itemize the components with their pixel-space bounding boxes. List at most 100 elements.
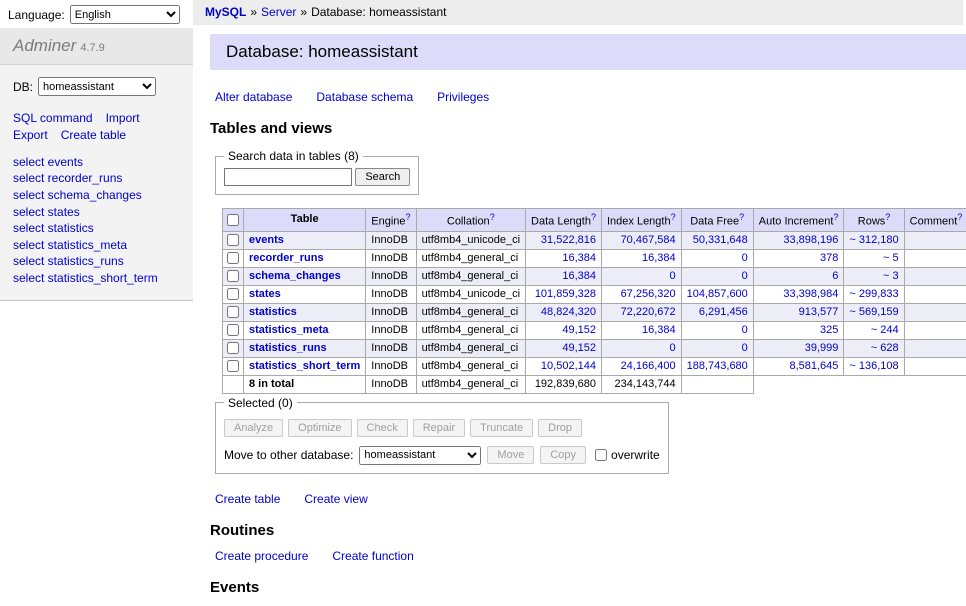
data-length-link[interactable]: 16,384 — [562, 270, 596, 282]
data-free-link[interactable]: 188,743,680 — [687, 360, 748, 372]
check-button[interactable]: Check — [357, 419, 408, 437]
help-icon[interactable]: ? — [671, 212, 676, 222]
index-length-link[interactable]: 16,384 — [642, 252, 676, 264]
overwrite-checkbox[interactable] — [595, 449, 607, 461]
search-input[interactable] — [224, 168, 352, 186]
rows-count-link[interactable]: ~ 299,833 — [849, 288, 898, 300]
auto-increment-link[interactable]: 33,898,196 — [783, 234, 838, 246]
rows-count-link[interactable]: ~ 136,108 — [849, 360, 898, 372]
auto-increment-link[interactable]: 378 — [820, 252, 838, 264]
repair-button[interactable]: Repair — [413, 419, 465, 437]
help-icon[interactable]: ? — [406, 212, 411, 222]
row-checkbox[interactable] — [227, 342, 239, 354]
row-checkbox[interactable] — [227, 252, 239, 264]
sidebar-item-export[interactable]: Export — [13, 128, 48, 142]
table-name-link[interactable]: events — [249, 234, 284, 246]
create-function-link[interactable]: Create function — [332, 549, 413, 563]
auto-increment-link[interactable]: 8,581,645 — [789, 360, 838, 372]
index-length-link[interactable]: 70,467,584 — [621, 234, 676, 246]
create-view-link[interactable]: Create view — [304, 492, 367, 506]
data-length-link[interactable]: 10,502,144 — [541, 360, 596, 372]
data-length-link[interactable]: 16,384 — [562, 252, 596, 264]
copy-button[interactable]: Copy — [540, 446, 586, 464]
db-select[interactable]: homeassistant — [38, 77, 156, 96]
data-free-link[interactable]: 50,331,648 — [693, 234, 748, 246]
help-icon[interactable]: ? — [957, 212, 962, 222]
table-name-link[interactable]: statistics_meta — [249, 324, 329, 336]
rows-count-link[interactable]: ~ 312,180 — [849, 234, 898, 246]
auto-increment-link[interactable]: 325 — [820, 324, 838, 336]
alter-database-link[interactable]: Alter database — [215, 90, 292, 104]
sidebar-item-select-events[interactable]: select events — [13, 155, 83, 169]
row-checkbox[interactable] — [227, 288, 239, 300]
rows-count-link[interactable]: ~ 3 — [883, 270, 899, 282]
database-schema-link[interactable]: Database schema — [316, 90, 413, 104]
index-length-link[interactable]: 16,384 — [642, 324, 676, 336]
index-length-link[interactable]: 0 — [670, 342, 676, 354]
table-name-link[interactable]: statistics — [249, 306, 297, 318]
move-button[interactable]: Move — [487, 446, 534, 464]
auto-increment-link[interactable]: 913,577 — [799, 306, 839, 318]
table-name-link[interactable]: recorder_runs — [249, 252, 324, 264]
help-icon[interactable]: ? — [739, 212, 744, 222]
auto-increment-link[interactable]: 39,999 — [805, 342, 839, 354]
data-free-link[interactable]: 0 — [742, 270, 748, 282]
sidebar-item-select-statistics-short-term[interactable]: select statistics_short_term — [13, 271, 158, 285]
data-length-link[interactable]: 49,152 — [562, 342, 596, 354]
auto-increment-link[interactable]: 6 — [832, 270, 838, 282]
data-free-link[interactable]: 0 — [742, 252, 748, 264]
create-procedure-link[interactable]: Create procedure — [215, 549, 308, 563]
data-free-link[interactable]: 0 — [742, 324, 748, 336]
sidebar-item-select-states[interactable]: select states — [13, 205, 80, 219]
sidebar-item-select-schema-changes[interactable]: select schema_changes — [13, 188, 142, 202]
drop-button[interactable]: Drop — [538, 419, 582, 437]
data-length-link[interactable]: 48,824,320 — [541, 306, 596, 318]
table-name-link[interactable]: statistics_short_term — [249, 360, 360, 372]
row-checkbox[interactable] — [227, 270, 239, 282]
data-length-link[interactable]: 101,859,328 — [535, 288, 596, 300]
rows-count-link[interactable]: ~ 244 — [871, 324, 899, 336]
sidebar-item-sql-command[interactable]: SQL command — [13, 111, 93, 125]
help-icon[interactable]: ? — [591, 212, 596, 222]
table-name-link[interactable]: states — [249, 288, 281, 300]
analyze-button[interactable]: Analyze — [224, 419, 283, 437]
search-button[interactable]: Search — [355, 168, 410, 186]
data-length-link[interactable]: 31,522,816 — [541, 234, 596, 246]
data-free-link[interactable]: 0 — [742, 342, 748, 354]
help-icon[interactable]: ? — [885, 212, 890, 222]
sidebar-item-select-statistics-meta[interactable]: select statistics_meta — [13, 238, 127, 252]
row-checkbox[interactable] — [227, 306, 239, 318]
sidebar-item-select-recorder-runs[interactable]: select recorder_runs — [13, 171, 122, 185]
data-free-link[interactable]: 104,857,600 — [687, 288, 748, 300]
rows-count-link[interactable]: ~ 5 — [883, 252, 899, 264]
language-select[interactable]: English — [70, 5, 180, 24]
move-db-select[interactable]: homeassistant — [359, 446, 481, 465]
table-name-link[interactable]: statistics_runs — [249, 342, 327, 354]
rows-count-link[interactable]: ~ 569,159 — [849, 306, 898, 318]
row-checkbox[interactable] — [227, 324, 239, 336]
sidebar-item-import[interactable]: Import — [106, 111, 140, 125]
sidebar-item-create-table[interactable]: Create table — [61, 128, 126, 142]
help-icon[interactable]: ? — [833, 212, 838, 222]
breadcrumb-mysql-link[interactable]: MySQL — [205, 5, 246, 19]
optimize-button[interactable]: Optimize — [288, 419, 351, 437]
auto-increment-link[interactable]: 33,398,984 — [783, 288, 838, 300]
table-name-link[interactable]: schema_changes — [249, 270, 341, 282]
row-checkbox[interactable] — [227, 234, 239, 246]
index-length-link[interactable]: 24,166,400 — [621, 360, 676, 372]
truncate-button[interactable]: Truncate — [470, 419, 533, 437]
sidebar-item-select-statistics[interactable]: select statistics — [13, 221, 94, 235]
data-length-link[interactable]: 49,152 — [562, 324, 596, 336]
index-length-link[interactable]: 0 — [670, 270, 676, 282]
data-free-link[interactable]: 6,291,456 — [699, 306, 748, 318]
help-icon[interactable]: ? — [490, 212, 495, 222]
index-length-link[interactable]: 67,256,320 — [621, 288, 676, 300]
breadcrumb-server-link[interactable]: Server — [261, 5, 296, 19]
index-length-link[interactable]: 72,220,672 — [621, 306, 676, 318]
select-all-checkbox[interactable] — [227, 214, 239, 226]
privileges-link[interactable]: Privileges — [437, 90, 489, 104]
create-table-link[interactable]: Create table — [215, 492, 280, 506]
sidebar-item-select-statistics-runs[interactable]: select statistics_runs — [13, 254, 124, 268]
rows-count-link[interactable]: ~ 628 — [871, 342, 899, 354]
row-checkbox[interactable] — [227, 360, 239, 372]
